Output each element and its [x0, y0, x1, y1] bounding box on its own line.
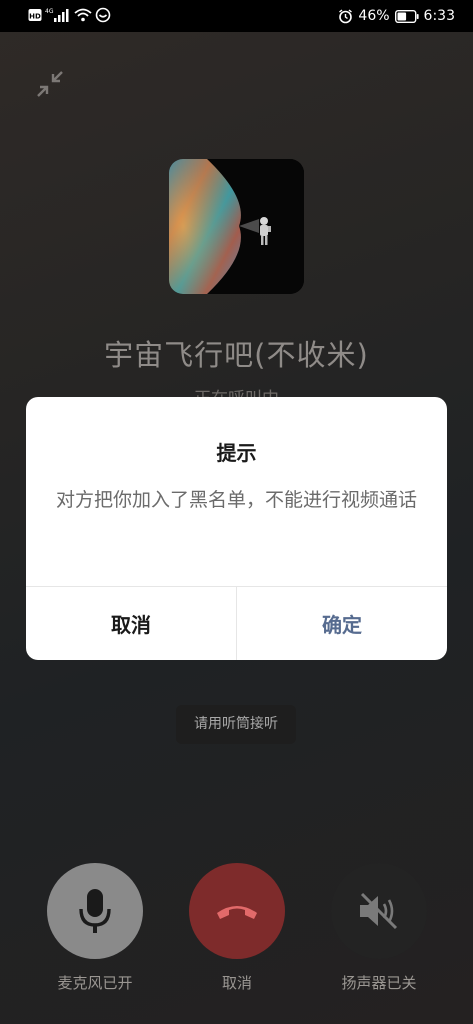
dialog-message: 对方把你加入了黑名单，不能进行视频通话: [55, 489, 417, 511]
dialog-title: 提示: [216, 441, 257, 465]
dialog-confirm-button[interactable]: 确定: [237, 587, 447, 660]
blacklist-dialog: 提示 对方把你加入了黑名单，不能进行视频通话 取消 确定: [26, 397, 447, 660]
dialog-cancel-button[interactable]: 取消: [26, 587, 236, 660]
